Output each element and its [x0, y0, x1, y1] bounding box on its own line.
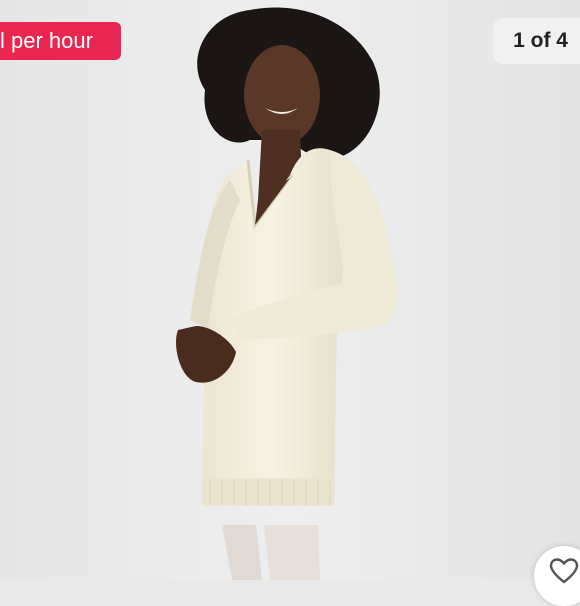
heart-outline-icon	[549, 558, 579, 589]
model-wearing-sweater-illustration	[0, 0, 580, 580]
image-counter-text: 1 of 4	[513, 29, 568, 52]
product-photo[interactable]	[0, 0, 580, 580]
like-button[interactable]	[534, 546, 580, 606]
image-counter: 1 of 4	[493, 18, 580, 64]
rate-badge: l per hour	[0, 22, 121, 60]
rate-badge-text: l per hour	[0, 28, 93, 53]
